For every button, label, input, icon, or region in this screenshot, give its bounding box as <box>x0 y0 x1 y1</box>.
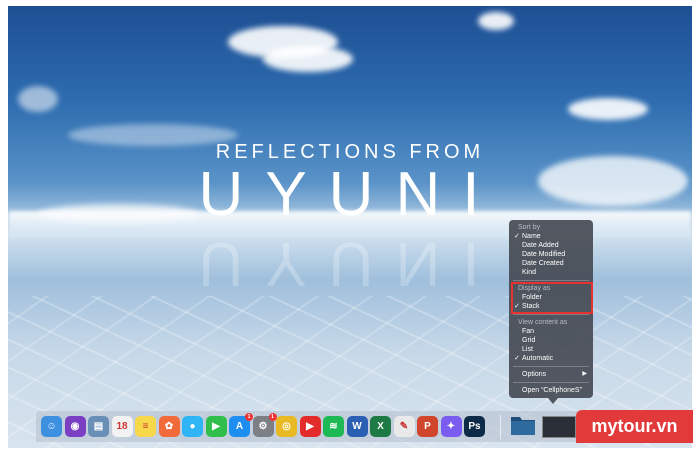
menu-separator <box>513 366 589 367</box>
menu-item-view-fan[interactable]: Fan <box>509 327 593 336</box>
menu-item-label: List <box>522 346 533 353</box>
textedit-icon[interactable]: ✎ <box>393 416 415 437</box>
dock-icon-glyph: ◉ <box>70 421 80 432</box>
menu-item-sort-date-modified[interactable]: Date Modified <box>509 250 593 259</box>
cloud <box>568 98 648 120</box>
menu-item-view-automatic[interactable]: ✓ Automatic <box>509 354 593 363</box>
submenu-arrow-icon: ▶ <box>582 371 587 377</box>
powerpoint-icon[interactable]: P <box>417 416 438 437</box>
menu-item-sort-date-added[interactable]: Date Added <box>509 241 593 250</box>
youtube-icon[interactable]: ▶ <box>299 416 321 437</box>
brand-watermark: mytour.vn <box>576 410 693 443</box>
menu-pointer <box>548 398 558 404</box>
menu-item-view-list[interactable]: List <box>509 345 593 354</box>
dock-icon-glyph: ⚙ <box>258 421 268 432</box>
messenger-icon[interactable]: ✦ <box>440 416 462 437</box>
wallpaper-title-main: UYUNI <box>198 160 502 229</box>
menu-item-sort-name[interactable]: ✓ Name <box>509 232 593 241</box>
dock-icon-glyph: Ps <box>468 421 481 432</box>
facetime-icon[interactable]: ▶ <box>205 416 227 437</box>
menu-item-label: Options <box>522 371 547 378</box>
dock-icon-glyph: P <box>424 421 431 432</box>
preview-icon[interactable]: ▤ <box>88 416 109 437</box>
checkmark-icon: ✓ <box>514 233 520 240</box>
finder-icon[interactable]: ☺ <box>41 416 62 437</box>
menu-item-open-folder[interactable]: Open “CellphoneS” <box>509 386 593 395</box>
siri-icon[interactable]: ◉ <box>64 416 86 437</box>
cloud <box>18 86 58 112</box>
dock-icon-glyph: A <box>235 421 244 432</box>
menu-item-sort-date-created[interactable]: Date Created <box>509 259 593 268</box>
wallpaper-title-reflection: UYUNI <box>198 229 502 298</box>
dock-icon-glyph: ≡ <box>142 421 149 432</box>
menu-item-label: Date Created <box>522 260 564 267</box>
menu-item-label: Name <box>522 233 541 240</box>
menu-separator <box>513 280 589 281</box>
dock-icon-glyph: ✦ <box>446 421 456 432</box>
dock-icon-glyph: X <box>377 421 384 432</box>
notes-icon[interactable]: ≡ <box>135 416 156 437</box>
menu-item-options[interactable]: Options ▶ <box>509 370 593 379</box>
dock-icon-glyph: ≋ <box>329 421 338 432</box>
menu-item-sort-kind[interactable]: Kind <box>509 268 593 277</box>
dock-icon-glyph: ▶ <box>212 421 220 432</box>
calendar-icon[interactable]: 18 <box>111 416 133 437</box>
dock-icon-glyph: 18 <box>116 421 128 432</box>
dock-icon-glyph: ✎ <box>399 421 409 432</box>
dock-icon-glyph: ▤ <box>93 421 104 432</box>
cloud <box>478 12 514 30</box>
chrome-icon[interactable]: ◎ <box>276 416 297 437</box>
menu-item-label: Fan <box>522 328 535 335</box>
minimized-window-thumbnail[interactable] <box>542 416 576 438</box>
folder-icon[interactable] <box>510 412 536 436</box>
menu-item-view-grid[interactable]: Grid <box>509 336 593 345</box>
spotify-icon[interactable]: ≋ <box>323 416 344 437</box>
word-icon[interactable]: W <box>346 416 368 437</box>
messages-icon[interactable]: ● <box>182 416 203 437</box>
dock-divider <box>500 415 501 439</box>
checkmark-icon: ✓ <box>514 355 520 362</box>
photos-icon[interactable]: ✿ <box>158 416 180 437</box>
dock-icon-glyph: ✿ <box>164 421 174 432</box>
menu-header-view-content-as: View content as <box>518 319 568 326</box>
excel-icon[interactable]: X <box>370 416 391 437</box>
menu-separator <box>513 314 589 315</box>
menu-separator <box>513 382 589 383</box>
menu-item-label: Kind <box>522 269 537 276</box>
menu-item-label: Grid <box>522 337 536 344</box>
dock-icon-glyph: ◎ <box>282 421 291 432</box>
menu-item-label: Open “CellphoneS” <box>522 387 582 394</box>
system-preferences-icon[interactable]: ⚙ 1 <box>252 413 277 437</box>
dock-icon-glyph: ☺ <box>46 421 57 432</box>
menu-item-label: Date Added <box>522 242 559 249</box>
app-store-icon[interactable]: A1 <box>229 413 253 437</box>
dock-icon-glyph: ▶ <box>306 421 314 432</box>
display-as-highlight-box <box>511 282 593 314</box>
dock-icon-glyph: W <box>352 421 362 432</box>
dock-icon-glyph: ● <box>189 421 196 432</box>
menu-item-label: Automatic <box>522 355 554 362</box>
cloud <box>263 46 353 72</box>
menu-item-label: Date Modified <box>522 251 566 258</box>
photoshop-icon[interactable]: Ps <box>464 416 485 437</box>
notification-badge: 1 <box>245 413 253 421</box>
menu-header-sort-by: Sort by <box>518 224 541 231</box>
